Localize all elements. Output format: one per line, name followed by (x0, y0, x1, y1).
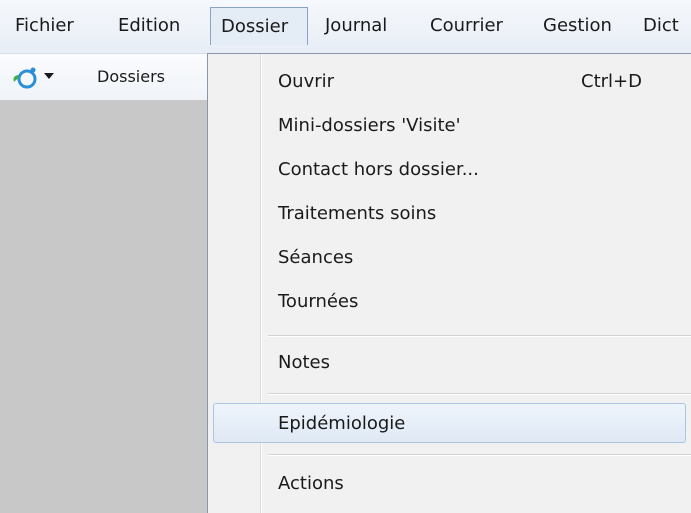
dossiers-tab-label[interactable]: Dossiers (97, 67, 165, 86)
menu-item-label: Traitements soins (278, 203, 437, 224)
menu-item-traitements-soins[interactable]: Traitements soins (208, 194, 691, 234)
menu-separator (268, 454, 691, 456)
menu-item-shortcut: Ctrl+D (581, 71, 642, 92)
menu-edition[interactable]: Edition (118, 7, 180, 45)
menu-dict[interactable]: Dict (643, 7, 679, 45)
menu-item-label: Epidémiologie (278, 413, 406, 434)
menu-item-mini-dossiers-visite[interactable]: Mini-dossiers 'Visite' (208, 106, 691, 146)
menu-fichier[interactable]: Fichier (15, 7, 74, 45)
menu-item-label: Ouvrir (278, 71, 335, 92)
menu-courrier[interactable]: Courrier (430, 7, 503, 45)
menu-gestion[interactable]: Gestion (543, 7, 612, 45)
app-logo-icon[interactable] (10, 66, 38, 90)
menu-item-contact-hors-dossier[interactable]: Contact hors dossier... (208, 150, 691, 190)
menu-item-label: Mini-dossiers 'Visite' (278, 115, 461, 136)
menu-item-label: Actions (278, 473, 344, 494)
menu-item-label: Notes (278, 352, 330, 373)
toolbar: Dossiers (0, 54, 207, 100)
chevron-down-icon[interactable] (43, 71, 55, 81)
left-pane (0, 100, 207, 513)
app-window: Fichier Edition Dossier Journal Courrier… (0, 0, 691, 513)
menu-item-label: Contact hors dossier... (278, 159, 479, 180)
menu-separator (268, 335, 691, 337)
menu-separator (268, 393, 691, 395)
menu-dossier[interactable]: Dossier (210, 7, 308, 45)
menu-item-label: Tournées (278, 291, 359, 312)
menu-bar: Fichier Edition Dossier Journal Courrier… (0, 0, 691, 54)
dossier-dropdown-menu: Ouvrir Ctrl+D Mini-dossiers 'Visite' Con… (207, 53, 691, 513)
menu-journal[interactable]: Journal (325, 7, 387, 45)
menu-item-tournees[interactable]: Tournées (208, 282, 691, 322)
menu-item-notes[interactable]: Notes (208, 343, 691, 383)
menu-item-ouvrir[interactable]: Ouvrir Ctrl+D (208, 62, 691, 102)
menu-item-actions[interactable]: Actions (208, 464, 691, 504)
menu-item-seances[interactable]: Séances (208, 238, 691, 278)
menu-item-label: Séances (278, 247, 354, 268)
menu-item-epidemiologie[interactable]: Epidémiologie (213, 403, 686, 443)
